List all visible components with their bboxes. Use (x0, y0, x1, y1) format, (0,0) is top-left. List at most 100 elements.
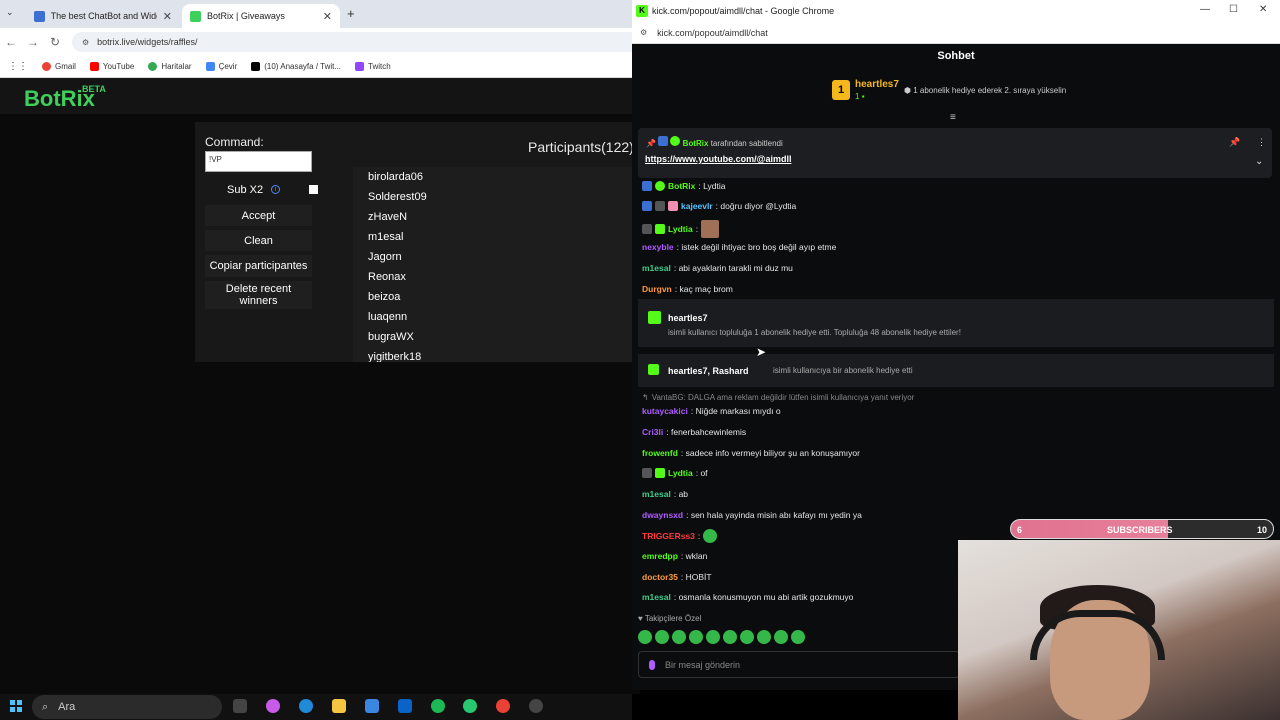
unpin-icon[interactable]: 📌 (1229, 137, 1240, 148)
forward-icon[interactable]: → (22, 35, 44, 49)
site-info-icon[interactable]: ⚙ (82, 38, 89, 47)
chat-username[interactable]: BotRix (668, 181, 695, 191)
tab-list-icon[interactable]: ⌄ (6, 7, 14, 18)
emote-image (701, 220, 720, 238)
chevron-down-icon[interactable]: ⌄ (1255, 156, 1263, 167)
clean-button[interactable]: Clean (205, 230, 312, 251)
chat-text: : HOBİT (680, 572, 712, 582)
emote-icon[interactable] (655, 630, 669, 644)
back-icon[interactable]: ← (0, 35, 22, 49)
chat-username[interactable]: emredpp (642, 551, 678, 561)
outlook-icon[interactable] (398, 699, 412, 713)
chrome-icon[interactable] (496, 699, 510, 713)
chat-message: kutaycakici: Niğde markası mıydı o (642, 406, 781, 416)
start-icon[interactable] (10, 700, 22, 712)
command-input[interactable]: !VP (205, 151, 312, 172)
close-tab-icon[interactable]: ✕ (163, 10, 172, 23)
chat-username[interactable]: Lydtia (668, 468, 693, 478)
chat-message: dwaynsxd: sen hala yayinda misin abı kaf… (642, 510, 862, 520)
verified-badge-icon (670, 136, 681, 146)
participant-item[interactable]: zHaveN (353, 207, 640, 227)
followers-only-text: Takipçilere Özel (644, 614, 702, 623)
chat-username[interactable]: kutaycakici (642, 406, 688, 416)
participant-item[interactable]: luaqenn (353, 307, 640, 327)
bookmark-gmail[interactable]: Gmail (42, 62, 76, 71)
tab-botrix[interactable]: BotRix | Giveaways ✕ (182, 4, 340, 28)
info-icon[interactable]: i (271, 185, 280, 194)
new-tab-icon[interactable]: + (347, 6, 355, 21)
chat-username[interactable]: m1esal (642, 489, 671, 499)
bookmark-x[interactable]: (10) Anasayfa / Twit... (251, 62, 341, 71)
collapse-icon[interactable]: ≡ (950, 112, 956, 123)
emote-icon[interactable] (638, 630, 652, 644)
chat-message: frowenfd: sadece info vermeyi biliyor şu… (642, 448, 860, 458)
emote-icon[interactable] (740, 630, 754, 644)
more-options-icon[interactable]: ⋮ (1257, 137, 1266, 148)
participant-item[interactable]: Solderest09 (353, 187, 640, 207)
chat-username[interactable]: frowenfd (642, 448, 678, 458)
chat-username[interactable]: doctor35 (642, 572, 678, 582)
bookmark-youtube[interactable]: YouTube (89, 62, 134, 71)
emote-icon[interactable] (706, 630, 720, 644)
chat-username[interactable]: nexyble (642, 242, 674, 252)
spotify-icon[interactable] (431, 699, 445, 713)
bookmark-label: Haritalar (161, 62, 192, 71)
pinned-link[interactable]: https://www.youtube.com/@aimdll (645, 154, 791, 164)
participant-item[interactable]: beizoa (353, 287, 640, 307)
emote-icon[interactable] (723, 630, 737, 644)
chat-username[interactable]: Durgvn (642, 284, 672, 294)
top-gifter-name[interactable]: heartles7 (855, 79, 899, 90)
chat-username[interactable]: dwaynsxd (642, 510, 683, 520)
maximize-icon[interactable]: ☐ (1229, 4, 1238, 15)
chat-username[interactable]: TRIGGERss3 (642, 531, 695, 541)
chat-message: m1esal: ab (642, 489, 688, 499)
pinned-by-user[interactable]: BotRix (683, 139, 709, 148)
participant-item[interactable]: Reonax (353, 267, 640, 287)
minimize-icon[interactable]: — (1200, 4, 1210, 15)
chat-username[interactable]: m1esal (642, 592, 671, 602)
bookmark-translate[interactable]: Çevir (205, 62, 237, 71)
participants-list[interactable]: birolarda06 Solderest09 zHaveN m1esal Ja… (353, 167, 640, 362)
emote-icon[interactable] (672, 630, 686, 644)
chat-username[interactable]: kajeevlr (681, 201, 713, 211)
chat-username[interactable]: Cri3li (642, 427, 663, 437)
bookmark-twitch[interactable]: Twitch (355, 62, 391, 71)
tab-chatbot[interactable]: The best ChatBot and Widgets ✕ (26, 4, 180, 28)
app-icon[interactable] (463, 699, 477, 713)
bookmark-maps[interactable]: Haritalar (148, 62, 192, 71)
address-bar[interactable]: ⚙ botrix.live/widgets/raffles/ (72, 32, 640, 52)
delete-recent-winners-button[interactable]: Delete recent winners (205, 281, 312, 309)
chat-input[interactable]: Bir mesaj gönderin (638, 651, 960, 678)
obs-icon[interactable] (529, 699, 543, 713)
task-view-icon[interactable] (233, 699, 247, 713)
emote-icon[interactable] (689, 630, 703, 644)
emote-icon[interactable] (774, 630, 788, 644)
store-icon[interactable] (365, 699, 379, 713)
participant-item[interactable]: yigitberk18 (353, 347, 640, 362)
file-explorer-icon[interactable] (332, 699, 346, 713)
copy-participants-button[interactable]: Copiar participantes (205, 255, 312, 277)
reload-icon[interactable]: ↻ (44, 35, 66, 49)
mic-icon[interactable] (649, 659, 655, 670)
emote-icon[interactable] (757, 630, 771, 644)
gift-username[interactable]: heartles7 (668, 313, 708, 323)
participant-item[interactable]: m1esal (353, 227, 640, 247)
participant-item[interactable]: Jagorn (353, 247, 640, 267)
participant-item[interactable]: birolarda06 (353, 167, 640, 187)
close-window-icon[interactable]: ✕ (1259, 4, 1267, 15)
close-tab-icon[interactable]: ✕ (323, 10, 332, 23)
participant-item[interactable]: bugraWX (353, 327, 640, 347)
chat-username[interactable]: Lydtia (668, 224, 693, 234)
chat-username[interactable]: m1esal (642, 263, 671, 273)
accept-button[interactable]: Accept (205, 205, 312, 226)
site-info-icon[interactable]: ⚙ (640, 28, 647, 37)
gift-username[interactable]: heartles7, Rashard (668, 366, 749, 376)
copilot-icon[interactable] (266, 699, 280, 713)
emote-icon[interactable] (791, 630, 805, 644)
edge-icon[interactable] (299, 699, 313, 713)
kick-address-bar[interactable]: ⚙ kick.com/popout/aimdll/chat (632, 22, 1280, 44)
sub-x2-checkbox[interactable] (309, 185, 318, 194)
taskbar-search[interactable]: ⌕ Ara (32, 695, 222, 719)
chat-text: : (695, 224, 699, 234)
apps-icon[interactable]: ⋮⋮ (8, 61, 28, 72)
